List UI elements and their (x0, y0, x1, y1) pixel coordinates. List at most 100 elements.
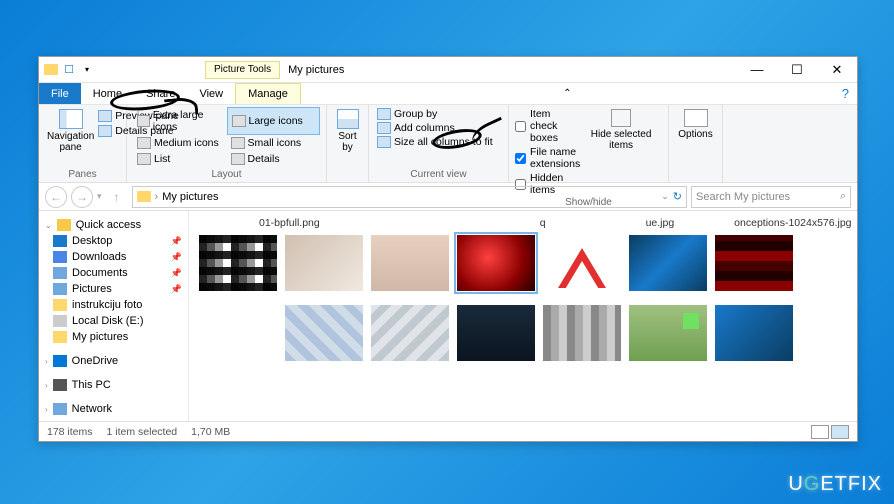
sidebar-label: Downloads (72, 251, 126, 263)
sidebar-documents[interactable]: Documents📌 (39, 265, 188, 281)
navigation-pane-button[interactable]: Navigation pane (45, 107, 96, 155)
group-current-view-title: Current view (375, 169, 502, 182)
file-thumbnail[interactable] (199, 235, 277, 291)
file-thumbnail[interactable] (285, 305, 363, 361)
sidebar-quick-access[interactable]: ⌄Quick access (39, 217, 188, 233)
sidebar-label: Quick access (76, 219, 141, 231)
options-icon[interactable] (684, 109, 708, 127)
options-label: Options (678, 129, 712, 140)
status-selected: 1 item selected (107, 426, 178, 438)
hide-selected-label: Hide selected items (584, 129, 658, 151)
collapse-ribbon-icon[interactable]: ⌃ (563, 83, 571, 104)
sidebar-label: instrukciju foto (72, 299, 142, 311)
status-bar: 178 items 1 item selected 1,70 MB (39, 421, 857, 441)
file-thumbnail[interactable] (543, 305, 621, 361)
layout-details[interactable]: Details (227, 151, 321, 167)
layout-label: Extra large icons (153, 109, 223, 133)
back-button[interactable]: ← (45, 186, 67, 208)
sidebar-onedrive[interactable]: ›OneDrive (39, 353, 188, 369)
status-size: 1,70 MB (191, 426, 230, 438)
details-view-icon[interactable] (811, 425, 829, 439)
group-by-icon (377, 108, 391, 120)
sort-by-icon[interactable] (337, 109, 359, 129)
layout-icon (137, 115, 150, 127)
refresh-icon[interactable]: ↻ (673, 190, 682, 203)
help-icon[interactable]: ? (842, 83, 849, 104)
sidebar-label: Desktop (72, 235, 112, 247)
layout-icon (231, 153, 245, 165)
maximize-button[interactable]: ☐ (777, 57, 817, 83)
search-input[interactable]: Search My pictures ⌕ (691, 186, 851, 208)
layout-label: Small icons (248, 137, 302, 149)
file-thumbnail[interactable] (285, 235, 363, 291)
file-ext-checkbox[interactable] (515, 153, 526, 164)
group-layout-title: Layout (133, 169, 320, 182)
tab-manage[interactable]: Manage (235, 83, 301, 104)
file-thumbnail-selected[interactable] (457, 235, 535, 291)
address-dropdown-icon[interactable]: ⌄ (661, 191, 669, 202)
add-columns-button[interactable]: Add columns (375, 121, 502, 135)
item-check-checkbox[interactable] (515, 121, 526, 132)
layout-list[interactable]: List (133, 151, 227, 167)
save-icon[interactable]: ☐ (61, 62, 77, 78)
group-by-button[interactable]: Group by (375, 107, 502, 121)
file-thumbnail[interactable] (543, 235, 621, 291)
file-ext-label: File name extensions (530, 146, 580, 170)
folder-icon (53, 299, 67, 311)
tab-home[interactable]: Home (81, 83, 134, 104)
sidebar-pictures[interactable]: Pictures📌 (39, 281, 188, 297)
pictures-icon (53, 283, 67, 295)
search-placeholder: Search My pictures (696, 191, 790, 203)
sidebar-instrukciju[interactable]: instrukciju foto (39, 297, 188, 313)
file-thumbnail[interactable] (629, 235, 707, 291)
sidebar-desktop[interactable]: Desktop📌 (39, 233, 188, 249)
up-button[interactable]: ↑ (106, 186, 128, 208)
file-thumbnail[interactable] (457, 305, 535, 361)
file-thumbnail[interactable] (715, 305, 793, 361)
size-columns-icon (377, 136, 391, 148)
quick-access-toolbar: ☐ ▾ (39, 62, 95, 78)
search-icon[interactable]: ⌕ (840, 190, 846, 203)
item-check-boxes-option[interactable]: Item check boxes (515, 107, 580, 145)
thumbnails-view-icon[interactable] (831, 425, 849, 439)
tab-share[interactable]: Share (134, 83, 187, 104)
layout-small[interactable]: Small icons (227, 135, 321, 151)
sidebar-network[interactable]: ›Network (39, 401, 188, 417)
forward-button[interactable]: → (71, 186, 93, 208)
close-button[interactable]: ✕ (817, 57, 857, 83)
file-list[interactable]: 01-bpfull.png q ue.jpg onceptions-1024x5… (189, 211, 857, 421)
address-input[interactable]: › My pictures ⌄ ↻ (132, 186, 687, 208)
group-sort: Sort by (327, 105, 369, 182)
file-thumbnail[interactable] (371, 235, 449, 291)
layout-medium[interactable]: Medium icons (133, 135, 227, 151)
file-thumbnail[interactable] (629, 305, 707, 361)
minimize-button[interactable]: — (737, 57, 777, 83)
folder-icon (43, 62, 59, 78)
tab-view[interactable]: View (187, 83, 235, 104)
file-label: ue.jpg (646, 217, 675, 229)
disk-icon (53, 315, 67, 327)
file-thumbnail[interactable] (371, 305, 449, 361)
recent-dropdown-icon[interactable]: ▾ (97, 191, 102, 202)
chevron-icon: › (45, 357, 48, 366)
group-by-label: Group by (394, 108, 437, 120)
add-columns-icon (377, 122, 391, 134)
size-columns-button[interactable]: Size all columns to fit (375, 135, 502, 149)
sidebar-this-pc[interactable]: ›This PC (39, 377, 188, 393)
file-extensions-option[interactable]: File name extensions (515, 145, 580, 171)
layout-extra-large[interactable]: Extra large icons (133, 107, 227, 135)
star-icon (57, 219, 71, 231)
tab-file[interactable]: File (39, 83, 81, 104)
sidebar-local-disk[interactable]: Local Disk (E:) (39, 313, 188, 329)
layout-large[interactable]: Large icons (227, 107, 321, 135)
qat-dropdown-icon[interactable]: ▾ (79, 62, 95, 78)
preview-pane-icon (98, 110, 112, 122)
thumbnail-row (199, 235, 847, 291)
sidebar-downloads[interactable]: Downloads 📌 (39, 249, 188, 265)
file-thumbnail[interactable] (715, 235, 793, 291)
pin-icon: 📌 (171, 252, 182, 263)
sidebar-label: Local Disk (E:) (72, 315, 144, 327)
sidebar-my-pictures[interactable]: My pictures (39, 329, 188, 345)
file-thumbnail[interactable] (199, 305, 277, 361)
onedrive-icon (53, 355, 67, 367)
